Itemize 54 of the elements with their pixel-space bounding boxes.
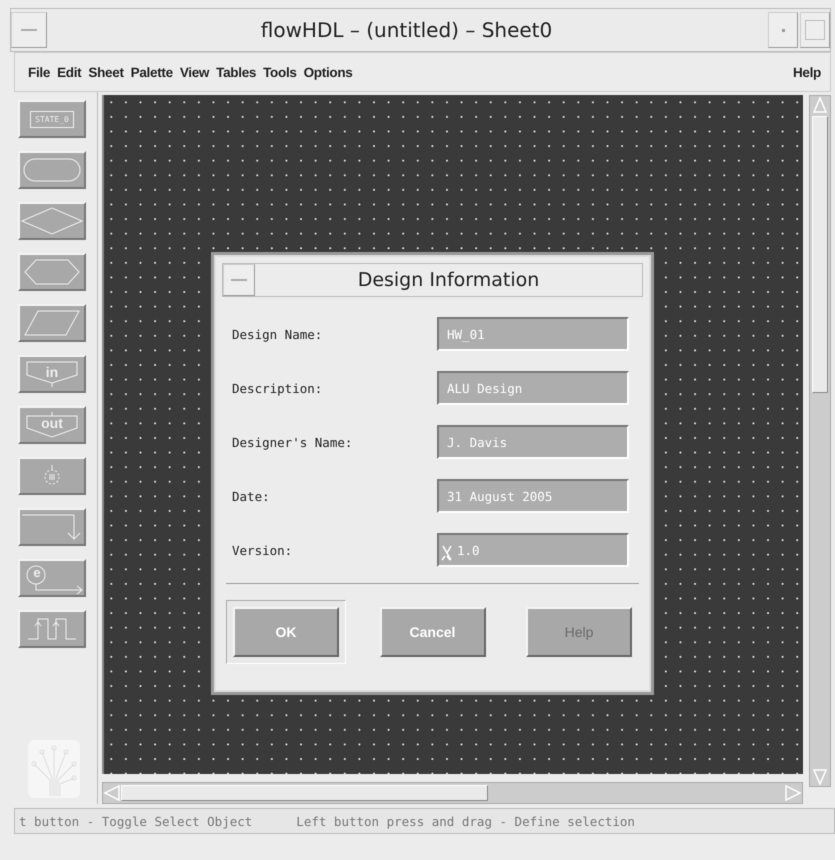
menu-item[interactable]: Sheet (85, 64, 127, 80)
window-title: flowHDL – (untitled) – Sheet0 (260, 18, 554, 42)
field-label: Description: (232, 380, 322, 396)
field-label: Date: (232, 488, 270, 504)
palette-button[interactable] (18, 610, 86, 648)
palette-button[interactable] (18, 457, 86, 495)
palette-button[interactable] (18, 304, 86, 342)
scroll-thumb[interactable] (812, 116, 828, 393)
connector-arrow-icon (22, 513, 82, 541)
menu-item[interactable]: Options (300, 64, 356, 80)
palette-button[interactable] (18, 508, 86, 546)
menu-item[interactable]: Edit (54, 64, 84, 80)
palette-button[interactable] (18, 151, 86, 189)
scroll-down-icon (812, 768, 828, 786)
text-cursor-icon (441, 545, 453, 561)
palette-button[interactable]: STATE_0 (18, 100, 86, 138)
input-field[interactable]: HW_01 (437, 317, 629, 351)
field-label: Version: (232, 542, 292, 558)
clock-icon (42, 465, 62, 487)
status-text: Left button press and drag - Define selection (296, 814, 635, 828)
minimize-button[interactable] (768, 12, 798, 48)
parallelogram-icon (24, 310, 80, 336)
input-field[interactable]: 31 August 2005 (437, 479, 629, 513)
scroll-up-icon (812, 96, 828, 114)
dialog-title: Design Information (356, 269, 540, 291)
palette-button[interactable] (18, 253, 86, 291)
field-label: Designer's Name: (232, 434, 352, 450)
menu-item[interactable]: View (176, 64, 212, 80)
dialog-button[interactable]: Cancel (380, 607, 486, 657)
scroll-right-icon (784, 784, 802, 802)
diamond-icon (21, 207, 83, 235)
menu-item[interactable]: Tables (213, 64, 260, 80)
field-label: Design Name: (232, 326, 322, 342)
window-menu-button[interactable] (223, 264, 255, 296)
vertical-scrollbar[interactable] (809, 95, 831, 787)
menu-item[interactable]: File (25, 64, 54, 80)
status-text: t button - Toggle Select Object (19, 814, 252, 828)
maximize-button[interactable] (800, 12, 830, 48)
dialog-button[interactable]: OK (233, 607, 339, 657)
menu-item[interactable]: Palette (128, 64, 176, 80)
horizontal-scrollbar[interactable] (102, 782, 803, 804)
input-field[interactable]: 1.0 (437, 533, 629, 567)
state-label: STATE_0 (30, 110, 74, 128)
input-field[interactable]: J. Davis (437, 425, 629, 459)
hexagon-icon (24, 259, 80, 285)
palette-button[interactable] (18, 202, 86, 240)
pulse-waveform-icon (28, 617, 76, 641)
menu-item[interactable]: Help (790, 64, 824, 80)
menu-item[interactable]: Tools (260, 64, 300, 80)
circuit-logo-icon (28, 740, 80, 798)
window-menu-button[interactable] (11, 12, 47, 48)
scroll-left-icon (103, 784, 121, 802)
scroll-thumb[interactable] (121, 785, 488, 802)
input-field[interactable]: ALU Design (437, 371, 629, 405)
